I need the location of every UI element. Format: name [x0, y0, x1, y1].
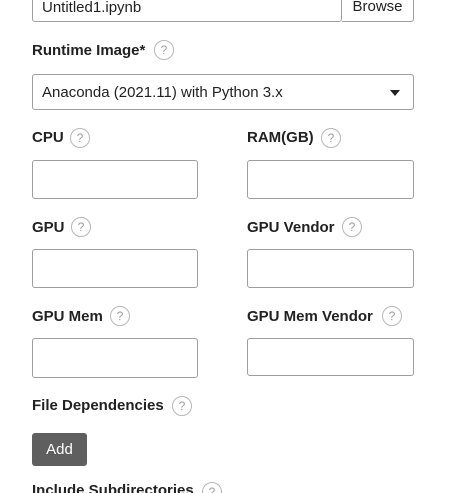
gpu-vendor-label: GPU Vendor: [247, 219, 335, 236]
include-subdirectories-label: Include Subdirectories: [32, 482, 194, 493]
gpu-mem-label: GPU Mem: [32, 308, 103, 325]
file-dependencies-label: File Dependencies: [32, 397, 164, 414]
include-subdirectories-help-icon[interactable]: ?: [202, 482, 222, 493]
runtime-image-selected-value: Anaconda (2021.11) with Python 3.x: [42, 84, 283, 101]
file-dependencies-help-icon[interactable]: ?: [172, 396, 192, 416]
gpu-label: GPU: [32, 219, 65, 236]
cpu-label: CPU: [32, 129, 64, 146]
runtime-image-label: Runtime Image*: [32, 42, 146, 59]
cpu-input[interactable]: [32, 160, 198, 199]
add-file-dependency-button[interactable]: Add: [32, 433, 87, 466]
gpu-mem-vendor-help-icon[interactable]: ?: [382, 306, 402, 326]
gpu-mem-help-icon[interactable]: ?: [110, 306, 130, 326]
ram-help-icon[interactable]: ?: [321, 128, 341, 148]
cpu-help-icon[interactable]: ?: [70, 128, 90, 148]
chevron-down-icon: [390, 90, 400, 96]
gpu-vendor-help-icon[interactable]: ?: [342, 217, 362, 237]
node-properties-panel: Untitled1.ipynb Browse Runtime Image* ? …: [0, 0, 456, 493]
gpu-mem-input[interactable]: [32, 338, 198, 378]
ram-label: RAM(GB): [247, 129, 314, 146]
gpu-help-icon[interactable]: ?: [71, 217, 91, 237]
ram-input[interactable]: [247, 160, 414, 199]
runtime-image-help-icon[interactable]: ?: [154, 40, 174, 60]
gpu-mem-vendor-label: GPU Mem Vendor: [247, 308, 373, 325]
gpu-input[interactable]: [32, 249, 198, 288]
runtime-image-select[interactable]: Anaconda (2021.11) with Python 3.x: [32, 74, 414, 110]
gpu-mem-vendor-input[interactable]: [247, 338, 414, 376]
gpu-vendor-input[interactable]: [247, 249, 414, 288]
filename-input[interactable]: Untitled1.ipynb: [32, 0, 342, 22]
browse-button[interactable]: Browse: [342, 0, 414, 22]
